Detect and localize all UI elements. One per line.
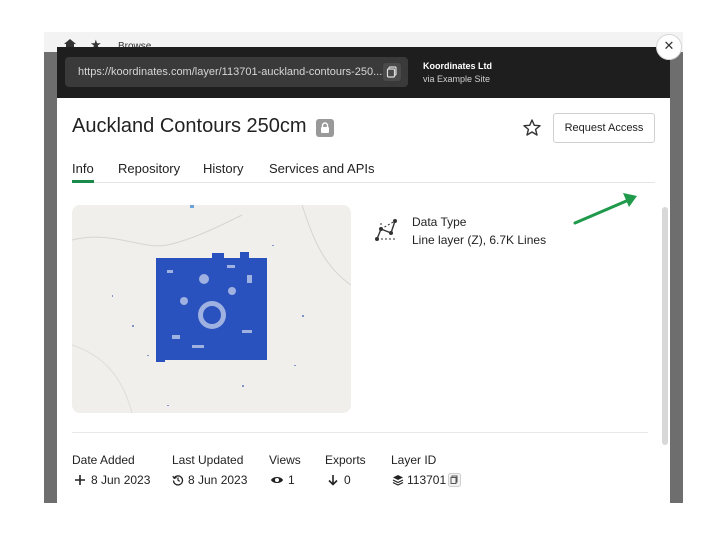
tab-services-and-apis[interactable]: Services and APIs	[269, 161, 375, 176]
download-arrow-icon	[328, 475, 338, 486]
layer-id-label: Layer ID	[391, 453, 437, 467]
copy-icon	[386, 66, 397, 78]
plus-icon	[75, 475, 85, 485]
data-type-value: Line layer (Z), 6.7K Lines	[412, 233, 547, 247]
last-updated-value: 8 Jun 2023	[188, 473, 248, 487]
last-updated-label: Last Updated	[172, 453, 244, 467]
exports-label: Exports	[325, 453, 366, 467]
favorite-star-icon[interactable]	[522, 118, 542, 138]
line-layer-icon	[375, 219, 397, 241]
annotation-arrow	[573, 193, 637, 225]
layers-icon	[392, 475, 404, 486]
tab-info[interactable]: Info	[72, 161, 94, 176]
copy-layer-id-icon[interactable]	[448, 473, 461, 487]
lock-icon	[316, 119, 334, 137]
request-access-button[interactable]: Request Access	[553, 113, 655, 143]
page-title: Auckland Contours 250cm	[72, 115, 307, 137]
exports-value: 0	[344, 473, 351, 487]
layer-id-value: 113701	[407, 473, 447, 487]
metadata-divider	[72, 432, 648, 433]
layer-url: https://koordinates.com/layer/113701-auc…	[78, 66, 383, 78]
eye-icon	[271, 477, 283, 483]
url-field[interactable]: https://koordinates.com/layer/113701-auc…	[65, 57, 408, 87]
modal-header: https://koordinates.com/layer/113701-auc…	[57, 47, 670, 98]
date-added-value: 8 Jun 2023	[91, 473, 151, 487]
org-via: via Example Site	[423, 74, 491, 84]
layer-preview-map[interactable]	[72, 205, 351, 413]
date-added-label: Date Added	[72, 453, 135, 467]
history-icon	[172, 475, 184, 486]
tab-repository[interactable]: Repository	[118, 161, 180, 176]
tab-divider	[72, 182, 655, 183]
map-preview-graphic	[72, 205, 351, 413]
tab-history[interactable]: History	[203, 161, 243, 176]
data-type-heading: Data Type	[412, 215, 467, 229]
screenshot-stage: ★ Browse https://koordinates.com/layer/1…	[0, 0, 720, 546]
modal-scrollbar[interactable]	[662, 207, 668, 445]
layer-modal: https://koordinates.com/layer/113701-auc…	[57, 47, 670, 503]
close-button[interactable]: ✕	[656, 34, 682, 60]
views-value: 1	[288, 473, 295, 487]
views-label: Views	[269, 453, 301, 467]
org-name: Koordinates Ltd	[423, 61, 492, 71]
active-tab-indicator	[72, 180, 94, 183]
copy-url-button[interactable]	[383, 63, 401, 81]
